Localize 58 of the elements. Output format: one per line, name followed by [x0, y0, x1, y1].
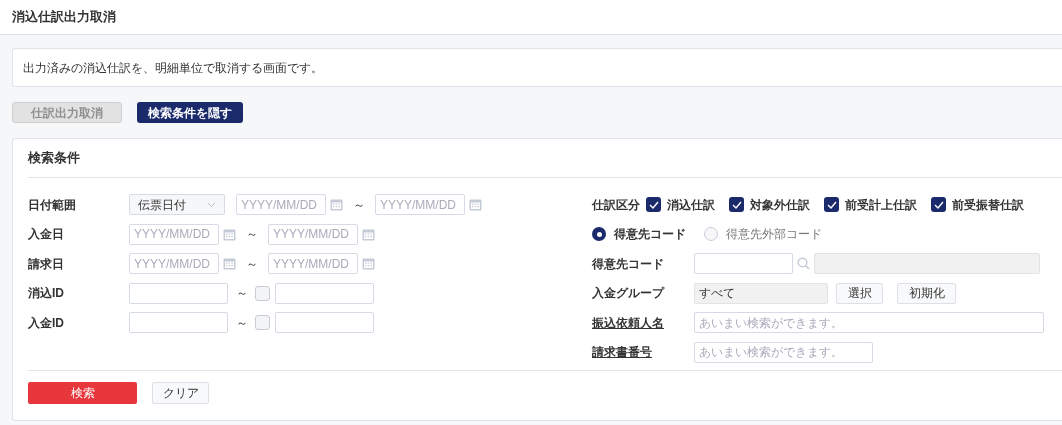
field-label: 入金ID — [28, 314, 65, 332]
journal-type-checkbox[interactable]: 前受計上仕訳 — [824, 195, 917, 214]
calendar-icon[interactable] — [469, 198, 482, 211]
checkbox[interactable] — [729, 197, 744, 212]
id-field[interactable] — [275, 282, 374, 304]
field-label: 入金グループ — [592, 285, 666, 302]
range-separator: ～ — [246, 226, 258, 243]
checkbox[interactable] — [646, 197, 661, 212]
checkbox[interactable] — [255, 315, 270, 330]
date-type-select[interactable]: 伝票日付 — [129, 194, 225, 215]
calendar-icon[interactable] — [223, 257, 236, 270]
customer-code-field[interactable] — [694, 253, 793, 274]
field-label: 仕訳区分 — [592, 196, 640, 214]
range-separator: ～ — [246, 255, 258, 273]
code-type-radio[interactable]: 得意先コード — [592, 225, 686, 243]
calendar-icon[interactable] — [362, 227, 375, 241]
reset-button[interactable]: 初期化 — [897, 282, 956, 304]
remitter-name-field[interactable]: あいまい検索ができます。 — [694, 312, 1044, 333]
remitter-name-link[interactable]: 振込依頼人名 — [592, 313, 694, 332]
date-field[interactable]: YYYY/MM/DD — [129, 253, 219, 274]
invoice-number-link[interactable]: 請求書番号 — [592, 343, 694, 361]
hide-conditions-button[interactable]: 検索条件を隠す — [137, 102, 243, 123]
checkbox[interactable] — [824, 197, 839, 212]
checkbox[interactable] — [255, 285, 270, 301]
date-field[interactable]: YYYY/MM/DD — [375, 194, 465, 215]
field-label: 請求日 — [28, 255, 65, 273]
journal-type-checkbox[interactable]: 消込仕訳 — [646, 195, 715, 214]
calendar-icon[interactable] — [362, 257, 375, 270]
clear-button[interactable]: クリア — [152, 382, 209, 404]
field-label: 得意先コード — [592, 255, 665, 273]
date-field[interactable]: YYYY/MM/DD — [268, 253, 358, 274]
field-label: 入金日 — [28, 226, 65, 243]
field-label: 消込ID — [28, 285, 65, 302]
calendar-icon[interactable] — [330, 198, 343, 211]
page-title: 消込仕訳出力取消 — [12, 8, 116, 27]
calendar-icon[interactable] — [223, 227, 236, 241]
journal-type-checkbox[interactable]: 前受振替仕訳 — [931, 195, 1024, 214]
journal-type-checkbox[interactable]: 対象外仕訳 — [729, 195, 810, 214]
id-field[interactable] — [129, 312, 228, 333]
id-field[interactable] — [275, 312, 374, 333]
id-field[interactable] — [129, 282, 228, 304]
field-label: 日付範囲 — [28, 196, 77, 214]
chevron-down-icon — [207, 201, 216, 208]
range-separator: ～ — [236, 314, 248, 332]
select-button[interactable]: 選択 — [836, 282, 883, 304]
checkbox[interactable] — [931, 197, 946, 212]
date-field[interactable]: YYYY/MM/DD — [236, 194, 326, 215]
date-field[interactable]: YYYY/MM/DD — [129, 223, 219, 245]
range-separator: ～ — [236, 285, 248, 302]
search-icon[interactable] — [797, 257, 810, 270]
description-text: 出力済みの消込仕訳を、明細単位で取消する画面です。 — [23, 59, 323, 77]
date-field[interactable]: YYYY/MM/DD — [268, 223, 358, 245]
search-button[interactable]: 検索 — [28, 382, 137, 404]
range-separator: ～ — [353, 196, 365, 214]
payment-group-field: すべて — [694, 282, 828, 304]
section-title: 検索条件 — [28, 149, 80, 168]
code-type-radio[interactable]: 得意先外部コード — [704, 225, 822, 243]
invoice-number-field[interactable]: あいまい検索ができます。 — [694, 341, 873, 363]
